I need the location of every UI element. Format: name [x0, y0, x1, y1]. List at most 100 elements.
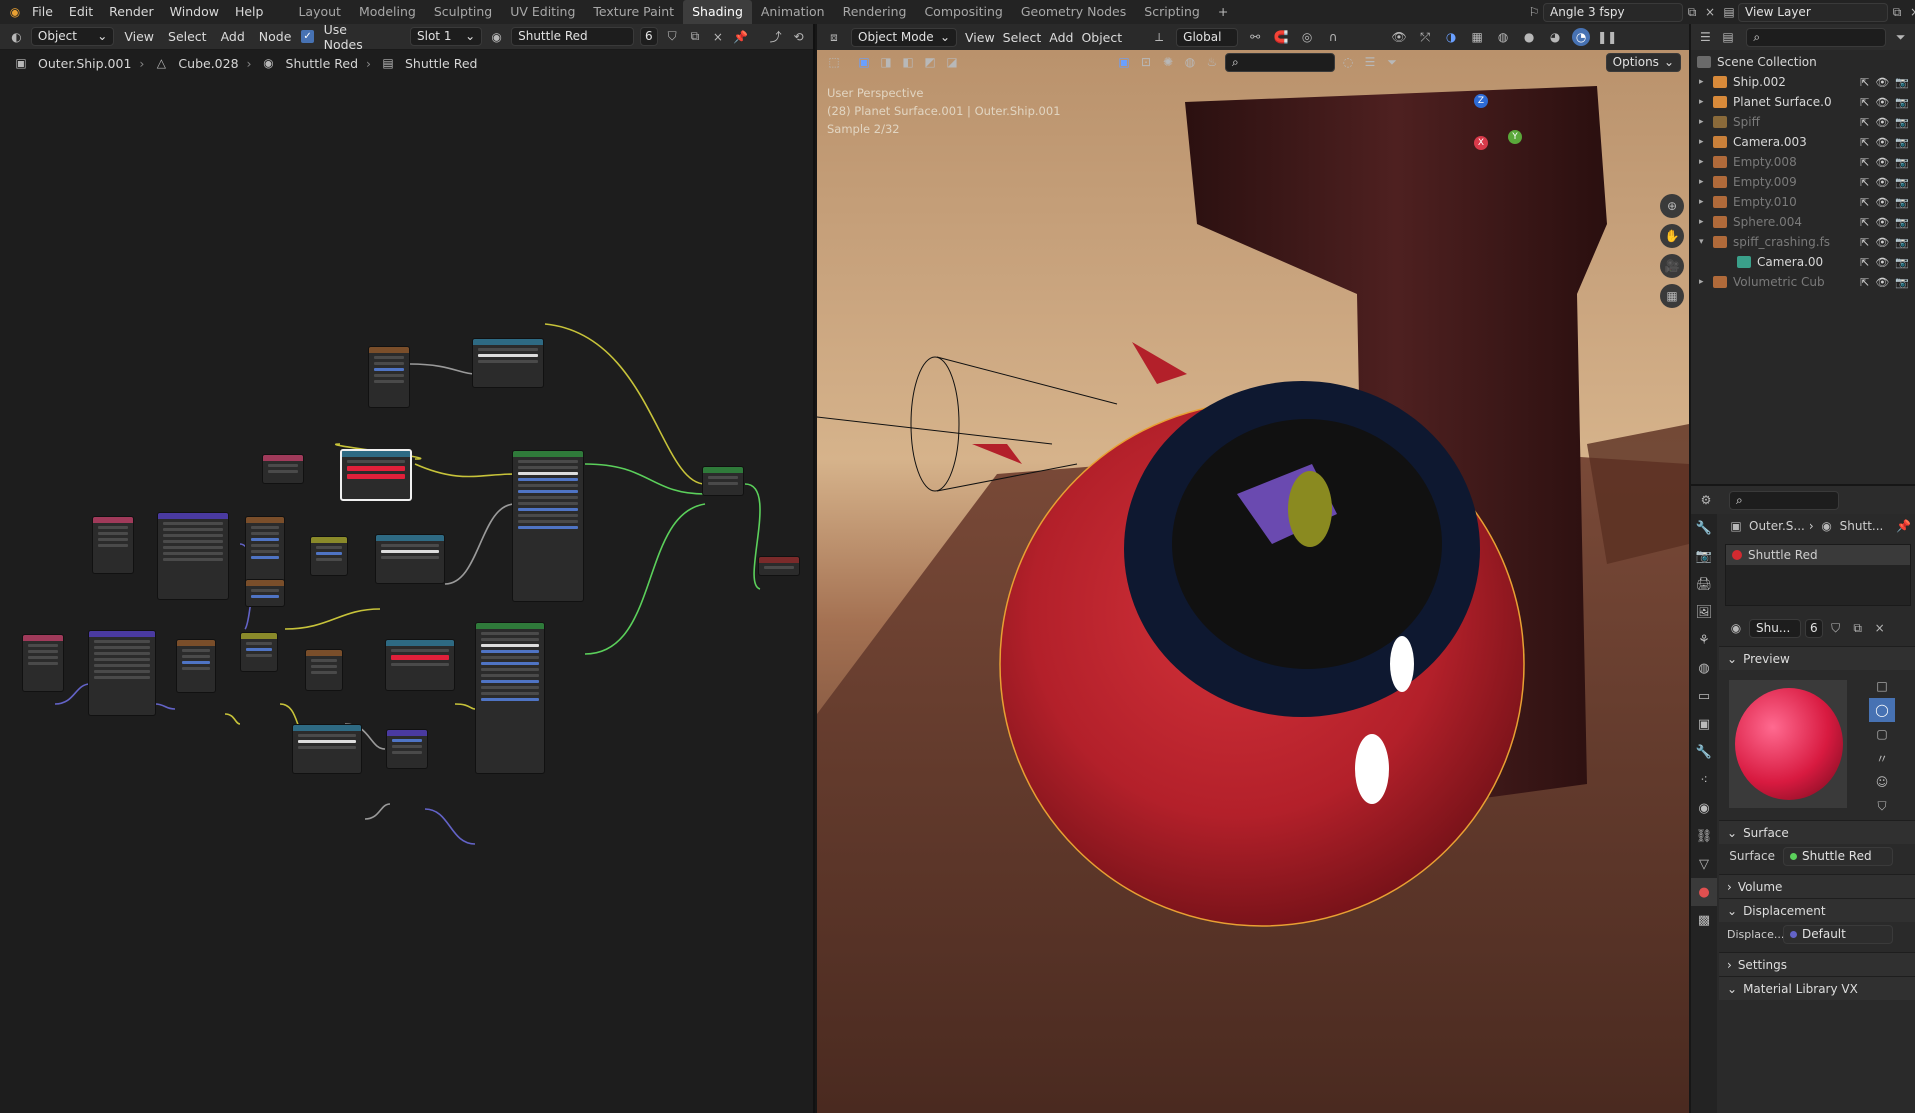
visibility-toggles[interactable]: ⇱ 👁 📷: [1860, 276, 1909, 289]
outliner-search-input[interactable]: ⌕: [1746, 27, 1887, 47]
scene-name-field[interactable]: Angle 3 fspy: [1543, 2, 1683, 22]
color-ramp-node-selected[interactable]: [340, 449, 412, 501]
select-arrow-icon[interactable]: ⇱: [1860, 96, 1869, 109]
particles-tab-icon[interactable]: ⁖: [1691, 766, 1717, 794]
material-users-count[interactable]: 6: [1805, 618, 1823, 638]
pivot-icon[interactable]: ⚯: [1246, 28, 1264, 46]
expand-arrow-icon[interactable]: ▸: [1699, 277, 1704, 287]
tab-modeling[interactable]: Modeling: [350, 0, 425, 24]
slot-dropdown[interactable]: Slot 1 ⌄: [410, 27, 483, 46]
menu-add[interactable]: Add: [217, 29, 249, 44]
solid-shading-icon[interactable]: ●: [1520, 28, 1538, 46]
view-layer-tab-icon[interactable]: 🖼: [1691, 598, 1717, 626]
preview-monkey-icon[interactable]: ☺: [1869, 770, 1895, 794]
visibility-toggles[interactable]: ⇱ 👁 📷: [1860, 136, 1909, 149]
tab-uv-editing[interactable]: UV Editing: [501, 0, 584, 24]
3d-viewport[interactable]: ⧈ Object Mode ⌄ View Select Add Object ⟂ …: [817, 24, 1689, 1113]
expand-arrow-icon[interactable]: ▸: [1699, 177, 1704, 187]
outliner-item[interactable]: ▸ Ship.002 ⇱ 👁 📷: [1691, 72, 1915, 92]
expand-arrow-icon[interactable]: ▾: [1699, 237, 1704, 247]
scene-icon[interactable]: ⚐: [1525, 3, 1543, 21]
scene-tab-icon[interactable]: ⚘: [1691, 626, 1717, 654]
material-slot-list[interactable]: Shuttle Red: [1725, 544, 1911, 606]
eye-icon[interactable]: 👁: [1875, 276, 1889, 289]
color-ramp-node-3[interactable]: [385, 639, 455, 691]
snap-icon[interactable]: ⟲: [790, 28, 807, 46]
eye-icon[interactable]: 👁: [1875, 176, 1889, 189]
eye-icon[interactable]: 👁: [1875, 96, 1889, 109]
close-scene-icon[interactable]: ×: [1701, 3, 1719, 21]
output-tab-icon[interactable]: 🖨: [1691, 570, 1717, 598]
ortho-grid-icon[interactable]: ▦: [1660, 284, 1684, 308]
principled-bsdf-node-2[interactable]: [475, 622, 545, 774]
view-layer-icon[interactable]: ▤: [1720, 3, 1738, 21]
color-mix-node-2[interactable]: [240, 632, 278, 672]
volume-panel-header[interactable]: › Volume: [1719, 874, 1915, 898]
render-camera-icon[interactable]: 📷: [1895, 96, 1909, 109]
menu-view[interactable]: View: [965, 30, 995, 45]
add-workspace-icon[interactable]: +: [1209, 0, 1237, 24]
material-browse-icon[interactable]: ◉: [1727, 619, 1745, 637]
mapping-node-1[interactable]: [157, 512, 229, 600]
select-arrow-icon[interactable]: ⇱: [1860, 156, 1869, 169]
eye-icon[interactable]: 👁: [1875, 216, 1889, 229]
pause-render-icon[interactable]: ❚❚: [1597, 28, 1617, 46]
x-axis-icon[interactable]: X: [1474, 136, 1488, 150]
constraints-tab-icon[interactable]: ⛓: [1691, 822, 1717, 850]
preview-flat-icon[interactable]: □: [1869, 674, 1895, 698]
mix-shader-node[interactable]: [702, 466, 744, 496]
menu-object[interactable]: Object: [1081, 30, 1122, 45]
object-type-dropdown[interactable]: Object ⌄: [30, 27, 115, 46]
visibility-toggles[interactable]: ⇱ 👁 📷: [1860, 236, 1909, 249]
magic-texture-node[interactable]: [305, 649, 343, 691]
modifier-tab-icon[interactable]: 🔧: [1691, 738, 1717, 766]
proportional-edit-icon[interactable]: ◎: [1298, 28, 1316, 46]
parent-node-tree-icon[interactable]: ⤴: [767, 28, 784, 46]
copy-scene-icon[interactable]: ⧉: [1683, 3, 1701, 21]
duplicate-material-icon[interactable]: ⧉: [1849, 619, 1867, 637]
menu-help[interactable]: Help: [227, 0, 272, 24]
select-arrow-icon[interactable]: ⇱: [1860, 116, 1869, 129]
scene-filter-icon[interactable]: ◌: [1339, 53, 1357, 71]
expand-arrow-icon[interactable]: ▸: [1699, 157, 1704, 167]
lights-icon[interactable]: ✺: [1159, 53, 1177, 71]
view-layer-field[interactable]: View Layer: [1738, 2, 1888, 22]
select-extend-icon[interactable]: ◨: [877, 53, 895, 71]
tab-geometry-nodes[interactable]: Geometry Nodes: [1012, 0, 1135, 24]
select-arrow-icon[interactable]: ⇱: [1860, 276, 1869, 289]
expand-arrow-icon[interactable]: ▸: [1699, 197, 1704, 207]
rgb-curves-node[interactable]: [245, 579, 285, 607]
zoom-icon[interactable]: ⊕: [1660, 194, 1684, 218]
color-ramp-node[interactable]: [472, 338, 544, 388]
visibility-toggles[interactable]: ⇱ 👁 📷: [1860, 96, 1909, 109]
y-axis-icon[interactable]: Y: [1508, 130, 1522, 144]
outliner-item[interactable]: ▸ Planet Surface.0 ⇱ 👁 📷: [1691, 92, 1915, 112]
select-arrow-icon[interactable]: ⇱: [1860, 176, 1869, 189]
tab-animation[interactable]: Animation: [752, 0, 834, 24]
properties-search-input[interactable]: ⌕: [1729, 490, 1839, 510]
preview-hair-icon[interactable]: 〃: [1869, 746, 1895, 770]
restrict-viewport-icon[interactable]: ⊡: [1137, 53, 1155, 71]
expand-arrow-icon[interactable]: ▸: [1699, 217, 1704, 227]
menu-select[interactable]: Select: [1003, 30, 1042, 45]
overlays-icon[interactable]: ◑: [1442, 28, 1460, 46]
select-tool-icon[interactable]: ⬚: [825, 53, 843, 71]
eye-icon[interactable]: 👁: [1875, 196, 1889, 209]
texture-tab-icon[interactable]: ▩: [1691, 906, 1717, 934]
render-camera-icon[interactable]: 📷: [1895, 236, 1909, 249]
filter-icon[interactable]: ⏷: [1383, 53, 1401, 71]
color-mix-node[interactable]: [310, 536, 348, 576]
material-users-count[interactable]: 6: [639, 27, 658, 46]
select-invert-icon[interactable]: ◩: [921, 53, 939, 71]
visibility-toggles[interactable]: ⇱ 👁 📷: [1860, 216, 1909, 229]
menu-add[interactable]: Add: [1049, 30, 1073, 45]
tool-tab-icon[interactable]: 🔧: [1691, 514, 1717, 542]
select-box-icon[interactable]: ▣: [855, 53, 873, 71]
physics-tab-icon[interactable]: ◉: [1691, 794, 1717, 822]
world-tab-icon[interactable]: ◍: [1691, 654, 1717, 682]
display-mode-icon[interactable]: ▤: [1720, 28, 1737, 46]
render-camera-icon[interactable]: 📷: [1895, 196, 1909, 209]
outliner-item[interactable]: ▸ Empty.009 ⇱ 👁 📷: [1691, 172, 1915, 192]
material-browse-icon[interactable]: ◉: [488, 28, 505, 46]
menu-node[interactable]: Node: [255, 29, 296, 44]
